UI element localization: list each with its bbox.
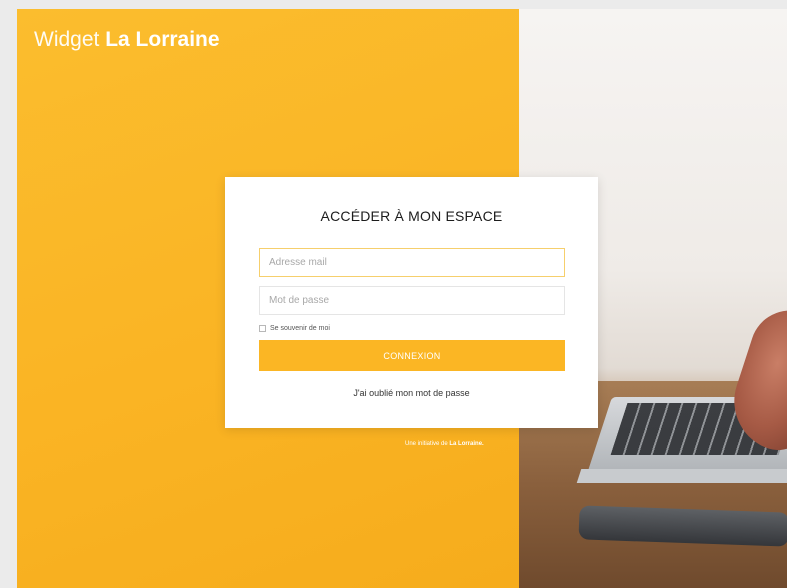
photo-laptop-edge — [576, 469, 787, 483]
email-input[interactable] — [259, 248, 565, 277]
brand-prefix: Widget — [34, 28, 100, 51]
brand-name: La Lorraine — [105, 28, 220, 51]
brand-logo: Widget La Lorraine — [34, 27, 220, 53]
remember-me[interactable]: Se souvenir de moi — [259, 322, 330, 334]
remember-me-label: Se souvenir de moi — [270, 324, 330, 332]
password-input[interactable] — [259, 286, 565, 315]
login-card: ACCÉDER À MON ESPACE Se souvenir de moi … — [225, 177, 598, 428]
footer-prefix: Une initiative de — [405, 441, 448, 447]
footer-note: Une initiative de La Lorraine. — [405, 441, 484, 447]
connexion-button[interactable]: CONNEXION — [259, 340, 565, 371]
remember-me-checkbox[interactable] — [259, 324, 266, 332]
forgot-password-link[interactable]: J'ai oublié mon mot de passe — [225, 388, 598, 398]
footer-brand: La Lorraine. — [449, 441, 484, 447]
page-frame: Widget La Lorraine ACCÉDER À MON ESPACE … — [17, 9, 787, 588]
login-title: ACCÉDER À MON ESPACE — [320, 208, 503, 224]
